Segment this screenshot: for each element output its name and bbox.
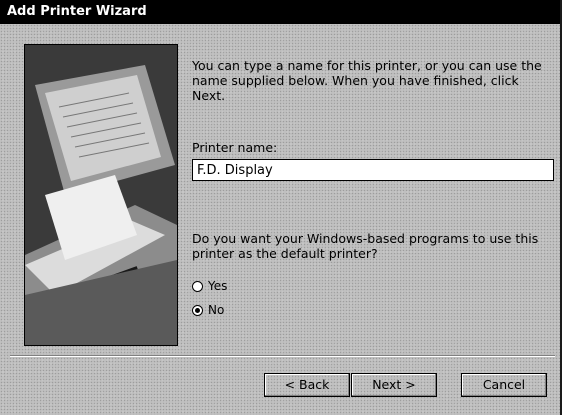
wizard-instructions: You can type a name for this printer, or… xyxy=(192,58,542,103)
button-separator xyxy=(10,355,555,357)
next-button[interactable]: Next > xyxy=(351,373,437,397)
wizard-printer-illustration xyxy=(24,44,178,346)
printer-name-label: Printer name: xyxy=(192,140,278,155)
window-title: Add Printer Wizard xyxy=(7,4,147,19)
back-button[interactable]: < Back xyxy=(264,373,350,397)
radio-no-label: No xyxy=(208,303,225,317)
radio-yes-button[interactable] xyxy=(192,280,203,292)
radio-no-button[interactable] xyxy=(192,304,203,316)
radio-option-no[interactable]: No xyxy=(192,303,224,317)
default-printer-question: Do you want your Windows-based programs … xyxy=(192,231,539,261)
add-printer-wizard-window: Add Printer Wizard You can type a name f… xyxy=(0,0,562,415)
title-bar: Add Printer Wizard xyxy=(0,0,560,24)
radio-yes-label: Yes xyxy=(208,279,228,293)
printer-name-input[interactable] xyxy=(192,159,554,181)
radio-option-yes[interactable]: Yes xyxy=(192,279,227,293)
cancel-button[interactable]: Cancel xyxy=(461,373,547,397)
